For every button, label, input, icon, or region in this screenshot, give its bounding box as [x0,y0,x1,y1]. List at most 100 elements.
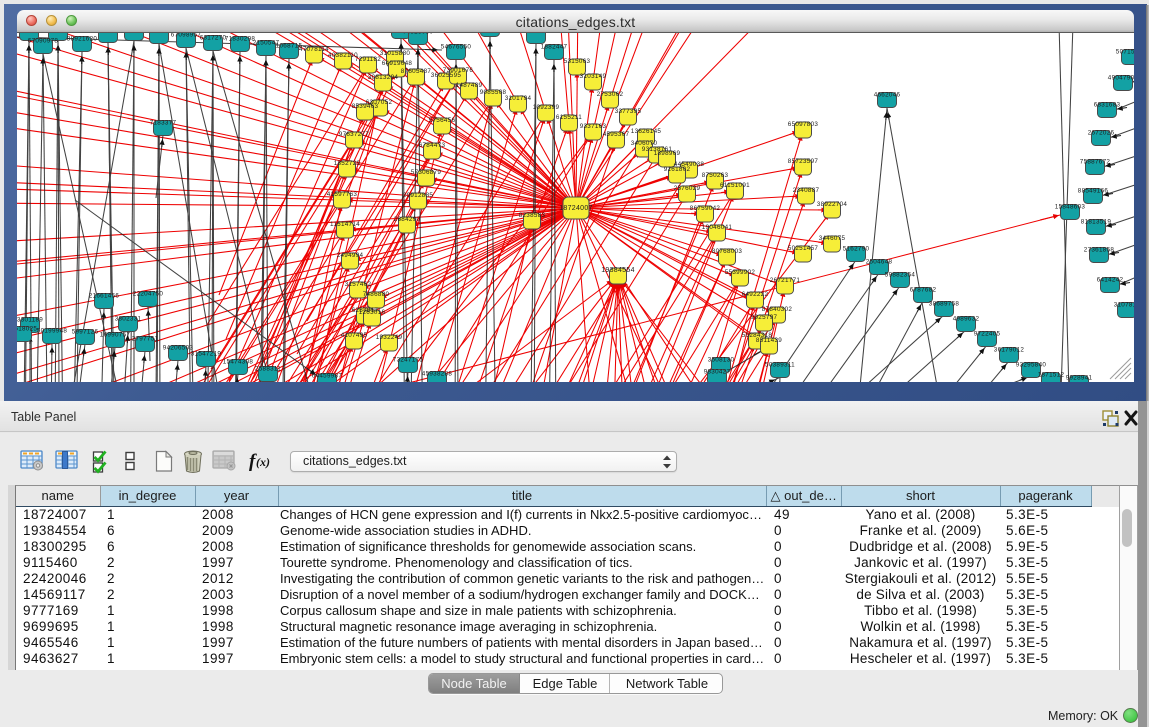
svg-text:30813294: 30813294 [368,74,399,81]
svg-text:57306879: 57306879 [411,169,442,176]
svg-text:9025797: 9025797 [751,314,778,321]
svg-text:38689758: 38689758 [929,301,960,308]
svg-text:3377395: 3377395 [615,108,642,115]
svg-text:41597763: 41597763 [327,191,358,198]
svg-text:6784473: 6784473 [419,142,446,149]
svg-text:1092399: 1092399 [533,104,560,111]
svg-text:64919648: 64919648 [382,60,413,67]
svg-text:26721771: 26721771 [770,277,801,284]
svg-text:38922704: 38922704 [817,201,848,208]
svg-text:5162790: 5162790 [843,246,870,253]
svg-text:50199948: 50199948 [37,328,68,335]
svg-text:2340887: 2340887 [793,187,820,194]
svg-text:1932249: 1932249 [376,334,403,341]
svg-text:4107495: 4107495 [341,332,368,339]
svg-text:22204750: 22204750 [133,291,164,298]
svg-text:7291182: 7291182 [355,56,381,63]
svg-text:75887672: 75887672 [1080,159,1111,166]
svg-text:50715388: 50715388 [1116,49,1134,56]
svg-text:2672026: 2672026 [1088,130,1115,137]
svg-text:6965386: 6965386 [95,33,122,34]
svg-text:2588311: 2588311 [255,366,281,373]
svg-text:2797751: 2797751 [132,336,159,343]
svg-text:3508130: 3508130 [708,357,735,364]
svg-text:4595367: 4595367 [603,131,630,138]
svg-text:31015880: 31015880 [380,50,411,57]
svg-text:2504648: 2504648 [866,259,893,266]
svg-text:64459987: 64459987 [312,373,343,380]
svg-text:6414242: 6414242 [1097,277,1124,284]
svg-text:13626145: 13626145 [631,128,662,135]
svg-text:3103149: 3103149 [580,73,607,80]
svg-text:19046041: 19046041 [702,224,733,231]
svg-text:50251457: 50251457 [788,245,819,252]
svg-text:45938288: 45938288 [422,371,453,378]
svg-text:9085508: 9085508 [480,89,507,96]
svg-text:59882354: 59882354 [885,272,916,279]
svg-text:(x): (x) [256,455,270,469]
svg-text:8750263: 8750263 [702,172,729,179]
svg-text:15848603: 15848603 [1055,204,1086,211]
svg-text:49047904: 49047904 [1108,75,1134,82]
svg-text:21661456: 21661456 [89,293,120,300]
svg-text:88921620: 88921620 [67,36,98,43]
svg-text:28386279: 28386279 [521,33,552,35]
svg-text:1882447: 1882447 [541,44,568,51]
svg-text:3157462: 3157462 [345,281,372,288]
svg-text:19384554: 19384554 [601,267,635,274]
svg-text:16990757: 16990757 [100,332,131,339]
svg-text:81813519: 81813519 [1081,219,1112,226]
svg-text:94206503: 94206503 [163,345,194,352]
svg-text:2684290: 2684290 [394,216,421,223]
svg-text:3107819: 3107819 [1114,302,1134,309]
svg-text:3446075: 3446075 [819,235,846,242]
svg-text:9830427: 9830427 [704,369,731,376]
svg-text:36179012: 36179012 [994,347,1025,354]
svg-text:15474308: 15474308 [223,359,254,366]
svg-text:74523080: 74523080 [403,33,434,36]
svg-text:7183377: 7183377 [150,120,177,127]
svg-text:81618025: 81618025 [17,326,37,333]
svg-text:6317270: 6317270 [200,35,227,42]
svg-text:2494994: 2494994 [337,252,364,259]
svg-text:2576029: 2576029 [674,185,701,192]
svg-text:11514714: 11514714 [330,221,360,228]
svg-text:5997126: 5997126 [72,329,99,336]
svg-text:61151091: 61151091 [720,182,750,189]
svg-text:3101794: 3101794 [505,95,532,102]
svg-text:6787682: 6787682 [910,287,937,294]
svg-text:47078114: 47078114 [299,46,329,53]
svg-text:2753062: 2753062 [597,91,624,98]
svg-text:40382110: 40382110 [328,52,358,59]
svg-text:4662046: 4662046 [874,92,901,99]
svg-text:31547219: 31547219 [191,351,222,358]
svg-text:8511439: 8511439 [756,337,782,344]
svg-text:1852729: 1852729 [334,160,361,167]
svg-text:6155211: 6155211 [556,114,582,121]
svg-text:88549166: 88549166 [1078,188,1109,195]
svg-text:67090978: 67090978 [28,38,59,45]
svg-text:65097803: 65097803 [788,121,819,128]
svg-text:67098957: 67098957 [171,33,202,39]
svg-text:5756456: 5756456 [429,117,456,124]
svg-text:1487489: 1487489 [456,82,483,89]
svg-text:71830298: 71830298 [225,36,256,43]
svg-text:50389311: 50389311 [765,362,795,369]
svg-text:4989632: 4989632 [953,316,980,323]
svg-text:3802331: 3802331 [115,316,142,323]
svg-text:7486880: 7486880 [363,291,390,298]
svg-text:55399902: 55399902 [725,269,756,276]
svg-text:1263016: 1263016 [359,309,386,316]
svg-text:29912885: 29912885 [403,192,434,199]
svg-text:18724007: 18724007 [559,205,593,212]
svg-text:93295840: 93295840 [1016,362,1047,369]
svg-text:87840302: 87840302 [762,306,793,313]
svg-text:97637277: 97637277 [339,131,370,138]
svg-text:85723597: 85723597 [788,158,819,165]
svg-text:80768003: 80768003 [712,248,743,255]
svg-text:5315063: 5315063 [564,58,591,65]
svg-text:1898969: 1898969 [654,150,681,157]
svg-text:73247175: 73247175 [393,357,424,364]
svg-text:9722405: 9722405 [974,331,1001,338]
svg-text:54676550: 54676550 [441,44,472,51]
